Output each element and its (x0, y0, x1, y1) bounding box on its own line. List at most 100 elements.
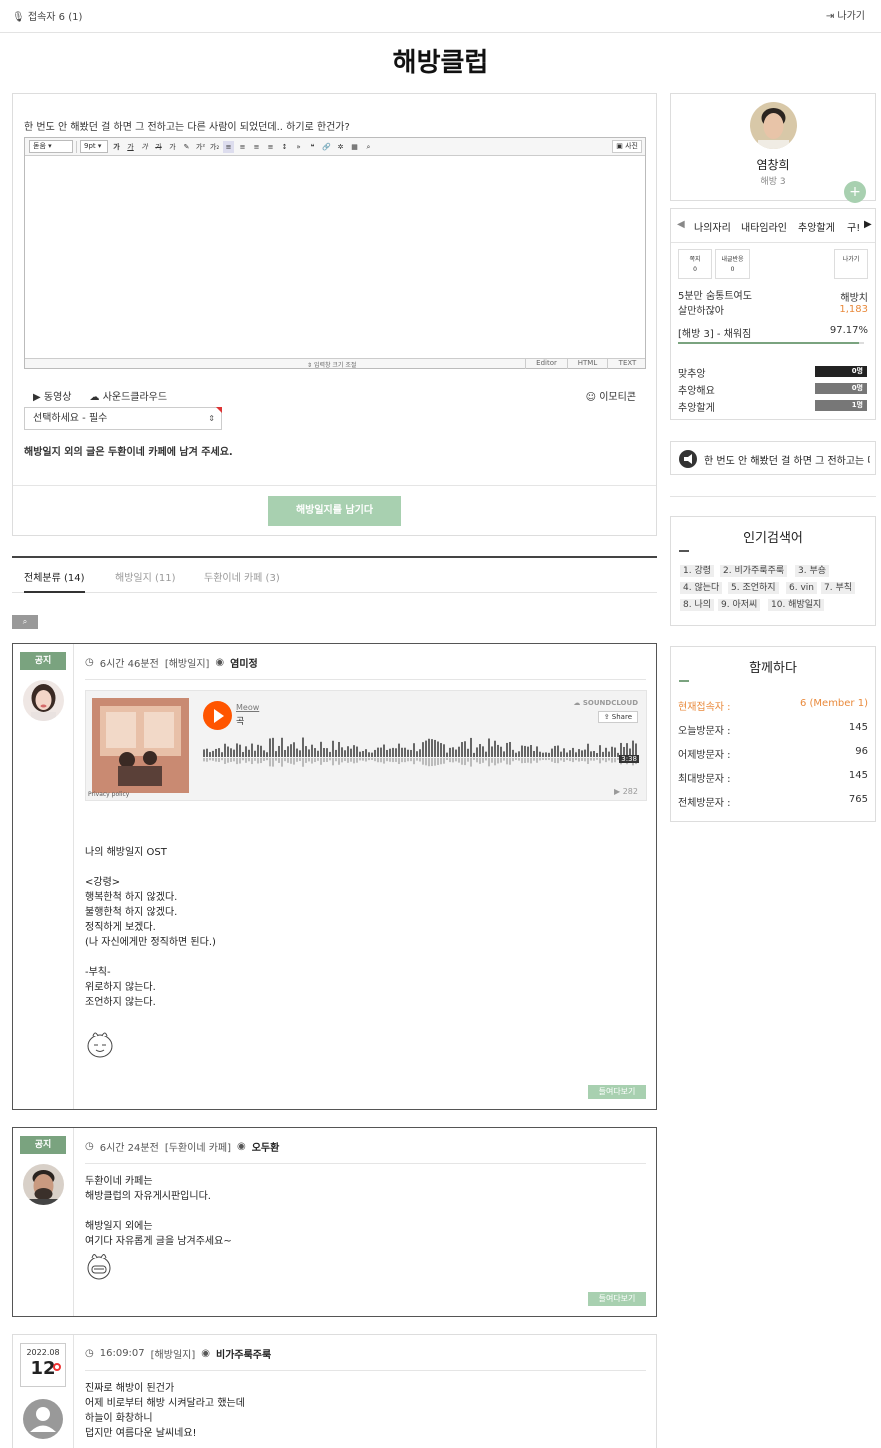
italic-icon[interactable]: 가 (139, 141, 150, 153)
mode-html[interactable]: HTML (567, 359, 607, 369)
privacy-link[interactable]: Privacy policy (88, 791, 129, 798)
waveform-reflection (209, 758, 211, 761)
keyword[interactable]: 6. vin (786, 582, 817, 594)
mode-editor[interactable]: Editor (525, 359, 567, 369)
plus-icon[interactable]: + (844, 181, 866, 203)
chevron-right-icon[interactable]: ▶ (864, 219, 872, 230)
keyword[interactable]: 5. 조언하지 (728, 582, 779, 594)
side-notice[interactable]: 한 번도 안 해봤던 걸 하면 그 전하고는 다른 사람이 되었던데.. (670, 441, 876, 475)
category-select[interactable]: 선택하세요 - 필수 ⇕ (24, 407, 222, 430)
table-icon[interactable]: ▦ (349, 141, 360, 153)
play-button[interactable] (203, 701, 232, 730)
emoticon-button[interactable]: ☺ 이모티콘 (586, 388, 636, 403)
keyword[interactable]: 8. 나의 (680, 599, 715, 611)
chevron-left-icon[interactable]: ◀ (677, 219, 685, 230)
keyword[interactable]: 10. 해방일지 (768, 599, 825, 611)
profile-avatar[interactable] (750, 102, 797, 149)
post-author[interactable]: 염미정 (230, 655, 258, 670)
react-label: 내글반응 (721, 256, 744, 263)
superscript-icon[interactable]: 가² (195, 141, 206, 153)
waveform-reflection (410, 758, 412, 762)
post-meta: ◷ 16:09:07 [해방일지] ◉ 비가주룩주룩 (85, 1346, 271, 1361)
waveform[interactable] (203, 735, 639, 777)
waveform-bar (491, 746, 493, 757)
post-category[interactable]: [해방일지] (151, 1346, 196, 1361)
rich-text-editor[interactable]: 돋움 ▾ 9pt ▾ 가 가 가 가 가 ✎ 가² 가₂ ≡ ≡ ≡ ≡ ↕ »… (24, 137, 646, 369)
avatar[interactable] (23, 680, 64, 721)
font-family-select[interactable]: 돋움 ▾ (29, 140, 73, 153)
default-avatar-icon[interactable] (23, 1399, 63, 1439)
mode-text[interactable]: TEXT (607, 359, 647, 369)
post-category[interactable]: [해방일지] (165, 655, 210, 670)
post-author[interactable]: 비가주룩주룩 (216, 1346, 271, 1361)
editor-resize-handle[interactable]: ⇕ 입력창 크기 조절 (307, 360, 356, 369)
special-char-icon[interactable]: ✲ (335, 141, 346, 153)
waveform-reflection (575, 758, 577, 761)
line-height-icon[interactable]: ↕ (279, 141, 290, 153)
keyword[interactable]: 3. 부숑 (795, 565, 830, 577)
menu-more[interactable]: 구! (847, 219, 860, 234)
photo-button[interactable]: ▣ 사진 (612, 140, 642, 153)
align-left-icon[interactable]: ≡ (223, 140, 234, 153)
menu-chuang[interactable]: 추앙할게 (798, 219, 835, 234)
album-art[interactable] (92, 698, 189, 793)
soundcloud-button[interactable]: ☁ 사운드클라우드 (90, 388, 168, 403)
bg-color-icon[interactable]: ✎ (181, 141, 192, 153)
waveform-bar (575, 752, 577, 757)
read-more-button[interactable]: 들여다보기 (588, 1292, 646, 1306)
font-color-icon[interactable]: 가 (167, 141, 178, 153)
keyword[interactable]: 7. 부칙 (821, 582, 856, 594)
soundcloud-player[interactable]: Meow 곡 ☁ SOUNDCLOUD ⇪ Share 3:38 Privacy… (85, 690, 647, 801)
soundcloud-track[interactable]: 곡 (236, 714, 244, 727)
align-center-icon[interactable]: ≡ (237, 141, 248, 153)
divider (85, 679, 646, 680)
menu-my-place[interactable]: 나의자리 (694, 219, 731, 234)
avatar[interactable] (23, 1164, 64, 1205)
soundcloud-logo[interactable]: ☁ SOUNDCLOUD (573, 699, 638, 707)
note-button[interactable]: 쪽지 0 (678, 249, 712, 279)
keyword[interactable]: 2. 비가주룩주룩 (720, 565, 788, 577)
more-icon[interactable]: » (293, 141, 304, 153)
post-category[interactable]: [두환이네 카페] (165, 1139, 231, 1154)
align-right-icon[interactable]: ≡ (251, 141, 262, 153)
link-icon[interactable]: 🔗 (321, 141, 332, 153)
post-author[interactable]: 오두환 (252, 1139, 280, 1154)
react-button[interactable]: 내글반응 0 (715, 249, 750, 279)
strike-icon[interactable]: 가 (153, 141, 164, 153)
tab-cafe[interactable]: 두환이네 카페 (3) (204, 569, 280, 584)
exit-link[interactable]: ⇥ 나가기 (826, 7, 865, 22)
menu-timeline[interactable]: 내타임라인 (741, 219, 787, 234)
tab-all[interactable]: 전체분류 (14) (24, 569, 85, 584)
keyword[interactable]: 4. 않는다 (680, 582, 723, 594)
find-icon[interactable]: ⌕ (363, 141, 374, 153)
keyword[interactable]: 1. 강령 (680, 565, 715, 577)
connected-users[interactable]: 🎙 접속자 6 (1) (12, 8, 82, 23)
read-more-button[interactable]: 들여다보기 (588, 1085, 646, 1099)
underline-icon[interactable]: 가 (125, 141, 136, 153)
play-count-value: 282 (622, 787, 638, 796)
profile-name[interactable]: 염창희 (671, 156, 875, 173)
cloud-icon: ☁ (89, 392, 100, 403)
logout-button[interactable]: 나가기 (834, 249, 868, 279)
waveform-bar (317, 750, 319, 757)
bold-icon[interactable]: 가 (111, 141, 122, 153)
tab-diary[interactable]: 해방일지 (11) (115, 569, 176, 584)
quote-icon[interactable]: ❝ (307, 141, 318, 153)
keyword[interactable]: 9. 아저씨 (718, 599, 761, 611)
waveform-bar (350, 748, 352, 757)
post: 공지 ◷ 6시간 46분전 [해방일지] ◉ 염미정 Meow 곡 ☁ SOUN… (12, 643, 657, 1110)
soundcloud-user[interactable]: Meow (236, 703, 259, 712)
visitor-label: 최대방문자 : (678, 774, 731, 785)
waveform-reflection (581, 758, 583, 761)
title-accent (679, 550, 689, 552)
video-button[interactable]: ▶ 동영상 (33, 388, 72, 403)
subscript-icon[interactable]: 가₂ (209, 141, 220, 153)
font-size-select[interactable]: 9pt ▾ (80, 140, 108, 153)
waveform-reflection (572, 758, 574, 763)
waveform-reflection (599, 758, 601, 764)
search-button[interactable]: ⌕ (12, 615, 38, 629)
submit-button[interactable]: 해방일지를 남기다 (268, 496, 401, 526)
align-justify-icon[interactable]: ≡ (265, 141, 276, 153)
share-button[interactable]: ⇪ Share (597, 711, 638, 723)
site-title[interactable]: 해방클럽 (0, 42, 881, 79)
